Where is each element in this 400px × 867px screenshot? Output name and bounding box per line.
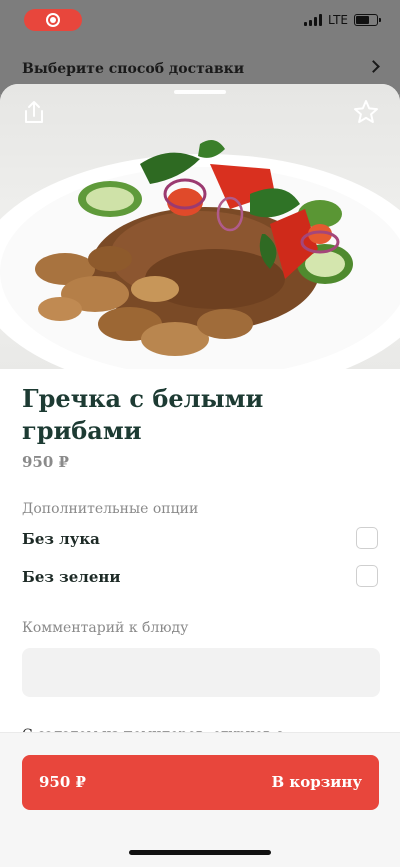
cart-price: 950 ₽ — [39, 773, 86, 791]
add-to-cart-button[interactable]: 950 ₽ В корзину — [22, 755, 379, 810]
dish-illustration — [0, 140, 400, 369]
home-indicator[interactable] — [129, 850, 271, 855]
screen-record-indicator[interactable] — [24, 9, 82, 31]
option-checkbox[interactable] — [356, 527, 378, 549]
dish-photo — [0, 84, 400, 369]
comment-label: Комментарий к блюду — [22, 620, 189, 636]
battery-icon — [354, 14, 381, 26]
status-indicators: LTE — [304, 13, 381, 27]
option-no-onion[interactable]: Без лука — [22, 527, 378, 551]
share-icon[interactable] — [20, 98, 48, 126]
sheet-grabber[interactable] — [174, 90, 226, 94]
option-label: Без лука — [22, 530, 100, 548]
record-icon — [46, 13, 60, 27]
option-label: Без зелени — [22, 568, 121, 586]
option-checkbox[interactable] — [356, 565, 378, 587]
dish-price: 950 ₽ — [22, 453, 69, 471]
status-bar: LTE — [0, 0, 400, 44]
network-type: LTE — [328, 13, 348, 27]
dish-title: Гречка с белыми грибами — [22, 384, 264, 445]
option-no-greens[interactable]: Без зелени — [22, 565, 378, 589]
star-icon[interactable] — [352, 98, 380, 126]
comment-input[interactable] — [22, 648, 380, 697]
cart-label: В корзину — [271, 773, 362, 791]
chevron-right-icon — [367, 60, 380, 73]
signal-icon — [304, 14, 323, 26]
bottom-action-bar: 950 ₽ В корзину — [0, 732, 400, 867]
options-label: Дополнительные опции — [22, 501, 199, 517]
delivery-method-title: Выберите способ доставки — [22, 61, 245, 77]
